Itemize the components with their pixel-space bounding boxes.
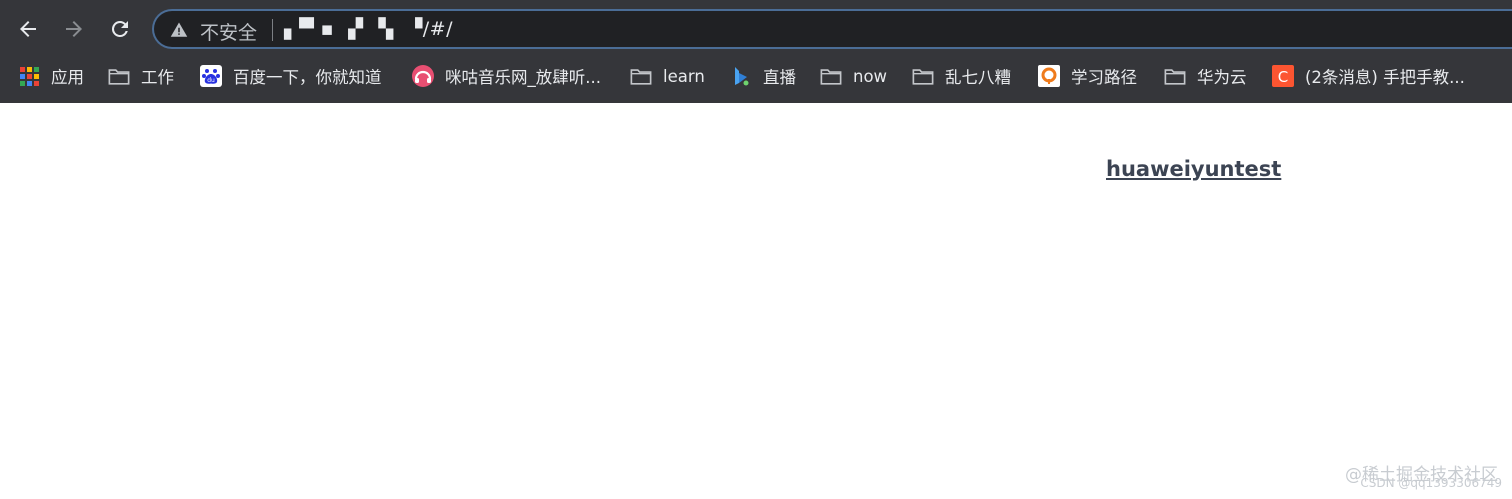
bookmark-folder-huaweicloud[interactable]: 华为云: [1164, 62, 1247, 90]
bookmark-label: 百度一下，你就知道: [233, 68, 382, 87]
bookmark-label: 学习路径: [1071, 68, 1137, 87]
reload-icon: [111, 20, 128, 37]
bookmark-label: learn: [663, 66, 705, 86]
folder-icon: [912, 65, 934, 87]
watermark-csdn: CSDN @qq1393306749: [1360, 476, 1502, 490]
address-bar[interactable]: 不安全 ▖▀ ▪ ▗▘▝▖ ▝/#/: [152, 9, 1512, 49]
learning-path-icon: [1038, 65, 1060, 87]
bookmarks-bar: 应用 工作 du 百度一下，你就知道 咪咕音乐网_放肆听... learn 直播…: [0, 56, 1512, 96]
bilibili-icon: [730, 65, 752, 87]
back-arrow-icon: [20, 21, 36, 37]
security-status-label[interactable]: 不安全: [200, 18, 257, 45]
folder-icon: [108, 65, 130, 87]
bookmark-label: 应用: [51, 68, 84, 87]
csdn-icon: C: [1272, 65, 1294, 87]
bookmark-label: 咪咕音乐网_放肆听...: [445, 68, 601, 87]
bookmark-folder-misc[interactable]: 乱七八糟: [912, 62, 1011, 90]
baidu-icon: du: [200, 65, 222, 87]
bookmark-label: now: [853, 66, 888, 86]
bookmark-migu[interactable]: 咪咕音乐网_放肆听...: [412, 62, 601, 90]
bookmark-live[interactable]: 直播: [730, 62, 796, 90]
folder-icon: [820, 65, 842, 87]
navigation-row: 不安全 ▖▀ ▪ ▗▘▝▖ ▝/#/: [0, 0, 1512, 56]
url-text[interactable]: ▖▀ ▪ ▗▘▝▖ ▝/#/: [284, 18, 453, 40]
bookmark-folder-learn[interactable]: learn: [630, 62, 705, 90]
bookmark-csdn[interactable]: C (2条消息) 手把手教...: [1272, 62, 1465, 90]
bookmark-label: 工作: [141, 68, 174, 87]
apps-grid-icon: [18, 65, 40, 87]
back-button[interactable]: [13, 14, 43, 44]
bookmark-folder-now[interactable]: now: [820, 62, 887, 90]
bookmark-baidu[interactable]: du 百度一下，你就知道: [200, 62, 382, 90]
svg-text:du: du: [207, 77, 215, 84]
bookmark-apps[interactable]: 应用: [18, 62, 84, 90]
huaweiyuntest-link[interactable]: huaweiyuntest: [1106, 157, 1281, 181]
browser-toolbar: 不安全 ▖▀ ▪ ▗▘▝▖ ▝/#/ 应用 工作 du 百度一下，你就知道 咪咕…: [0, 0, 1512, 103]
bookmark-folder-work[interactable]: 工作: [108, 62, 174, 90]
warning-icon[interactable]: [170, 21, 188, 39]
bookmark-label: (2条消息) 手把手教...: [1305, 68, 1465, 87]
folder-icon: [630, 65, 652, 87]
bookmark-label: 直播: [763, 68, 796, 87]
reload-button[interactable]: [105, 14, 135, 44]
bookmark-label: 华为云: [1197, 68, 1247, 87]
migu-icon: [412, 65, 434, 87]
forward-arrow-icon: [66, 21, 82, 37]
svg-text:C: C: [1278, 68, 1288, 86]
folder-icon: [1164, 65, 1186, 87]
bookmark-learning-path[interactable]: 学习路径: [1038, 62, 1137, 90]
bookmark-label: 乱七八糟: [945, 68, 1011, 87]
omnibox-divider: [272, 19, 273, 41]
forward-button[interactable]: [59, 14, 89, 44]
